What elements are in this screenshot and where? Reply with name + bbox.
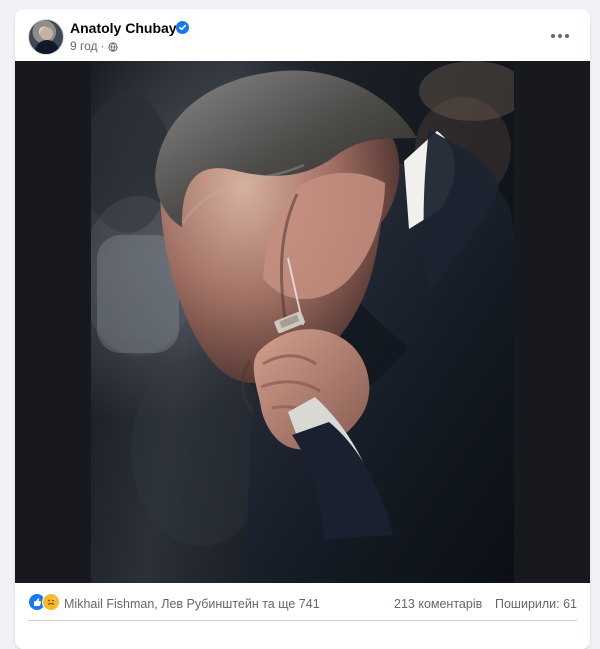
post-header: Anatoly Chubays 9 год · (15, 9, 590, 61)
care-reaction-icon[interactable] (42, 593, 60, 611)
shares-count-link[interactable]: Поширили: 61 (495, 596, 577, 612)
facebook-post-card: Anatoly Chubays 9 год · Mikhail Fishman,… (15, 9, 590, 649)
reaction-names-link[interactable]: Mikhail Fishman, Лев Рубинштейн та ще 74… (64, 596, 320, 612)
verified-badge-icon (176, 21, 189, 34)
comments-count-link[interactable]: 213 коментарів (394, 596, 482, 612)
author-avatar[interactable] (28, 19, 64, 55)
post-photo-frame[interactable] (15, 61, 590, 583)
meta-separator: · (100, 39, 105, 53)
author-name-link[interactable]: Anatoly Chubays (70, 20, 184, 36)
post-meta: 9 год · (70, 39, 118, 53)
more-options-icon[interactable] (548, 27, 572, 45)
post-time-link[interactable]: 9 год (70, 39, 98, 53)
post-footer: Mikhail Fishman, Лев Рубинштейн та ще 74… (15, 583, 590, 627)
post-photo[interactable] (91, 61, 514, 583)
globe-icon[interactable] (107, 41, 118, 52)
